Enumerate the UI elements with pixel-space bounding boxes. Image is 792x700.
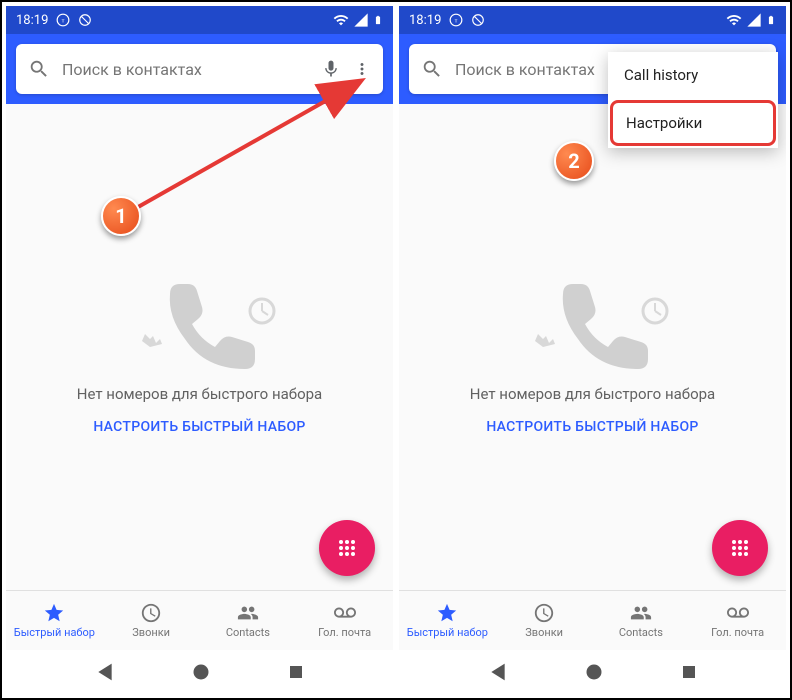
dialpad-icon (728, 536, 752, 560)
setup-speed-dial-link[interactable]: НАСТРОИТЬ БЫСТРЫЙ НАБОР (486, 419, 698, 435)
mic-icon[interactable] (321, 59, 341, 79)
tab-contacts[interactable]: Contacts (200, 591, 297, 650)
dialpad-icon (335, 536, 359, 560)
tab-calls[interactable]: Звонки (103, 591, 200, 650)
search-placeholder: Поиск в контактах (62, 60, 309, 79)
search-icon (28, 58, 50, 80)
status-block-icon (78, 13, 92, 27)
tab-voicemail[interactable]: Гол. почта (689, 591, 786, 650)
tab-label: Contacts (226, 626, 270, 639)
dialpad-fab[interactable] (319, 520, 375, 576)
status-notification-icon: т (449, 13, 463, 27)
content-area: Нет номеров для быстрого набора НАСТРОИТ… (6, 104, 393, 590)
setup-speed-dial-link[interactable]: НАСТРОИТЬ БЫСТРЫЙ НАБОР (93, 419, 305, 435)
dropdown-call-history[interactable]: Call history (608, 52, 778, 98)
bottom-tabs: Быстрый набор Звонки Contacts Гол. почта (399, 590, 786, 650)
signal-icon (353, 12, 369, 28)
tab-label: Contacts (619, 626, 663, 639)
svg-text:т: т (455, 18, 458, 24)
people-icon (237, 602, 259, 624)
history-icon (140, 602, 162, 624)
dropdown-settings[interactable]: Настройки (610, 100, 776, 146)
status-bar: 18:19 т (6, 6, 393, 34)
tab-contacts[interactable]: Contacts (593, 591, 690, 650)
tab-label: Звонки (132, 626, 170, 639)
search-icon (421, 58, 443, 80)
tab-voicemail[interactable]: Гол. почта (296, 591, 393, 650)
empty-illustration (513, 259, 673, 369)
wifi-icon (726, 12, 742, 28)
home-icon[interactable] (585, 663, 603, 681)
search-area: Поиск в контактах (6, 34, 393, 104)
dialpad-fab[interactable] (712, 520, 768, 576)
empty-illustration (120, 259, 280, 369)
content-area: Нет номеров для быстрого набора НАСТРОИТ… (399, 104, 786, 590)
voicemail-icon (727, 602, 749, 624)
status-block-icon (471, 13, 485, 27)
star-icon (43, 602, 65, 624)
tab-label: Быстрый набор (407, 626, 488, 639)
status-notification-icon: т (56, 13, 70, 27)
history-icon (533, 602, 555, 624)
battery-icon (373, 12, 383, 28)
signal-icon (746, 12, 762, 28)
status-time: 18:19 (409, 13, 441, 28)
recent-icon[interactable] (680, 663, 698, 681)
wifi-icon (333, 12, 349, 28)
tab-label: Гол. почта (711, 626, 764, 639)
more-options-icon[interactable] (353, 60, 371, 78)
annotation-badge-2: 2 (554, 141, 594, 181)
options-dropdown: Call history Настройки (608, 52, 778, 148)
search-bar[interactable]: Поиск в контактах (16, 44, 383, 94)
voicemail-icon (334, 602, 356, 624)
navigation-bar (6, 650, 393, 694)
bottom-tabs: Быстрый набор Звонки Contacts Гол. почта (6, 590, 393, 650)
people-icon (630, 602, 652, 624)
phone-screen-2: 18:19 т Поиск в контактах Call history Н… (399, 6, 786, 694)
star-icon (436, 602, 458, 624)
tab-label: Гол. почта (318, 626, 371, 639)
phone-screen-1: 18:19 т Поиск в контактах Нет (6, 6, 393, 694)
svg-text:т: т (62, 18, 65, 24)
tab-speed-dial[interactable]: Быстрый набор (6, 591, 103, 650)
tab-calls[interactable]: Звонки (496, 591, 593, 650)
recent-icon[interactable] (287, 663, 305, 681)
status-time: 18:19 (16, 13, 48, 28)
back-icon[interactable] (95, 662, 115, 682)
annotation-badge-1: 1 (101, 196, 141, 236)
navigation-bar (399, 650, 786, 694)
empty-message: Нет номеров для быстрого набора (77, 385, 322, 403)
home-icon[interactable] (192, 663, 210, 681)
empty-message: Нет номеров для быстрого набора (470, 385, 715, 403)
tab-label: Быстрый набор (14, 626, 95, 639)
tab-label: Звонки (525, 626, 563, 639)
tab-speed-dial[interactable]: Быстрый набор (399, 591, 496, 650)
back-icon[interactable] (488, 662, 508, 682)
status-bar: 18:19 т (399, 6, 786, 34)
battery-icon (766, 12, 776, 28)
